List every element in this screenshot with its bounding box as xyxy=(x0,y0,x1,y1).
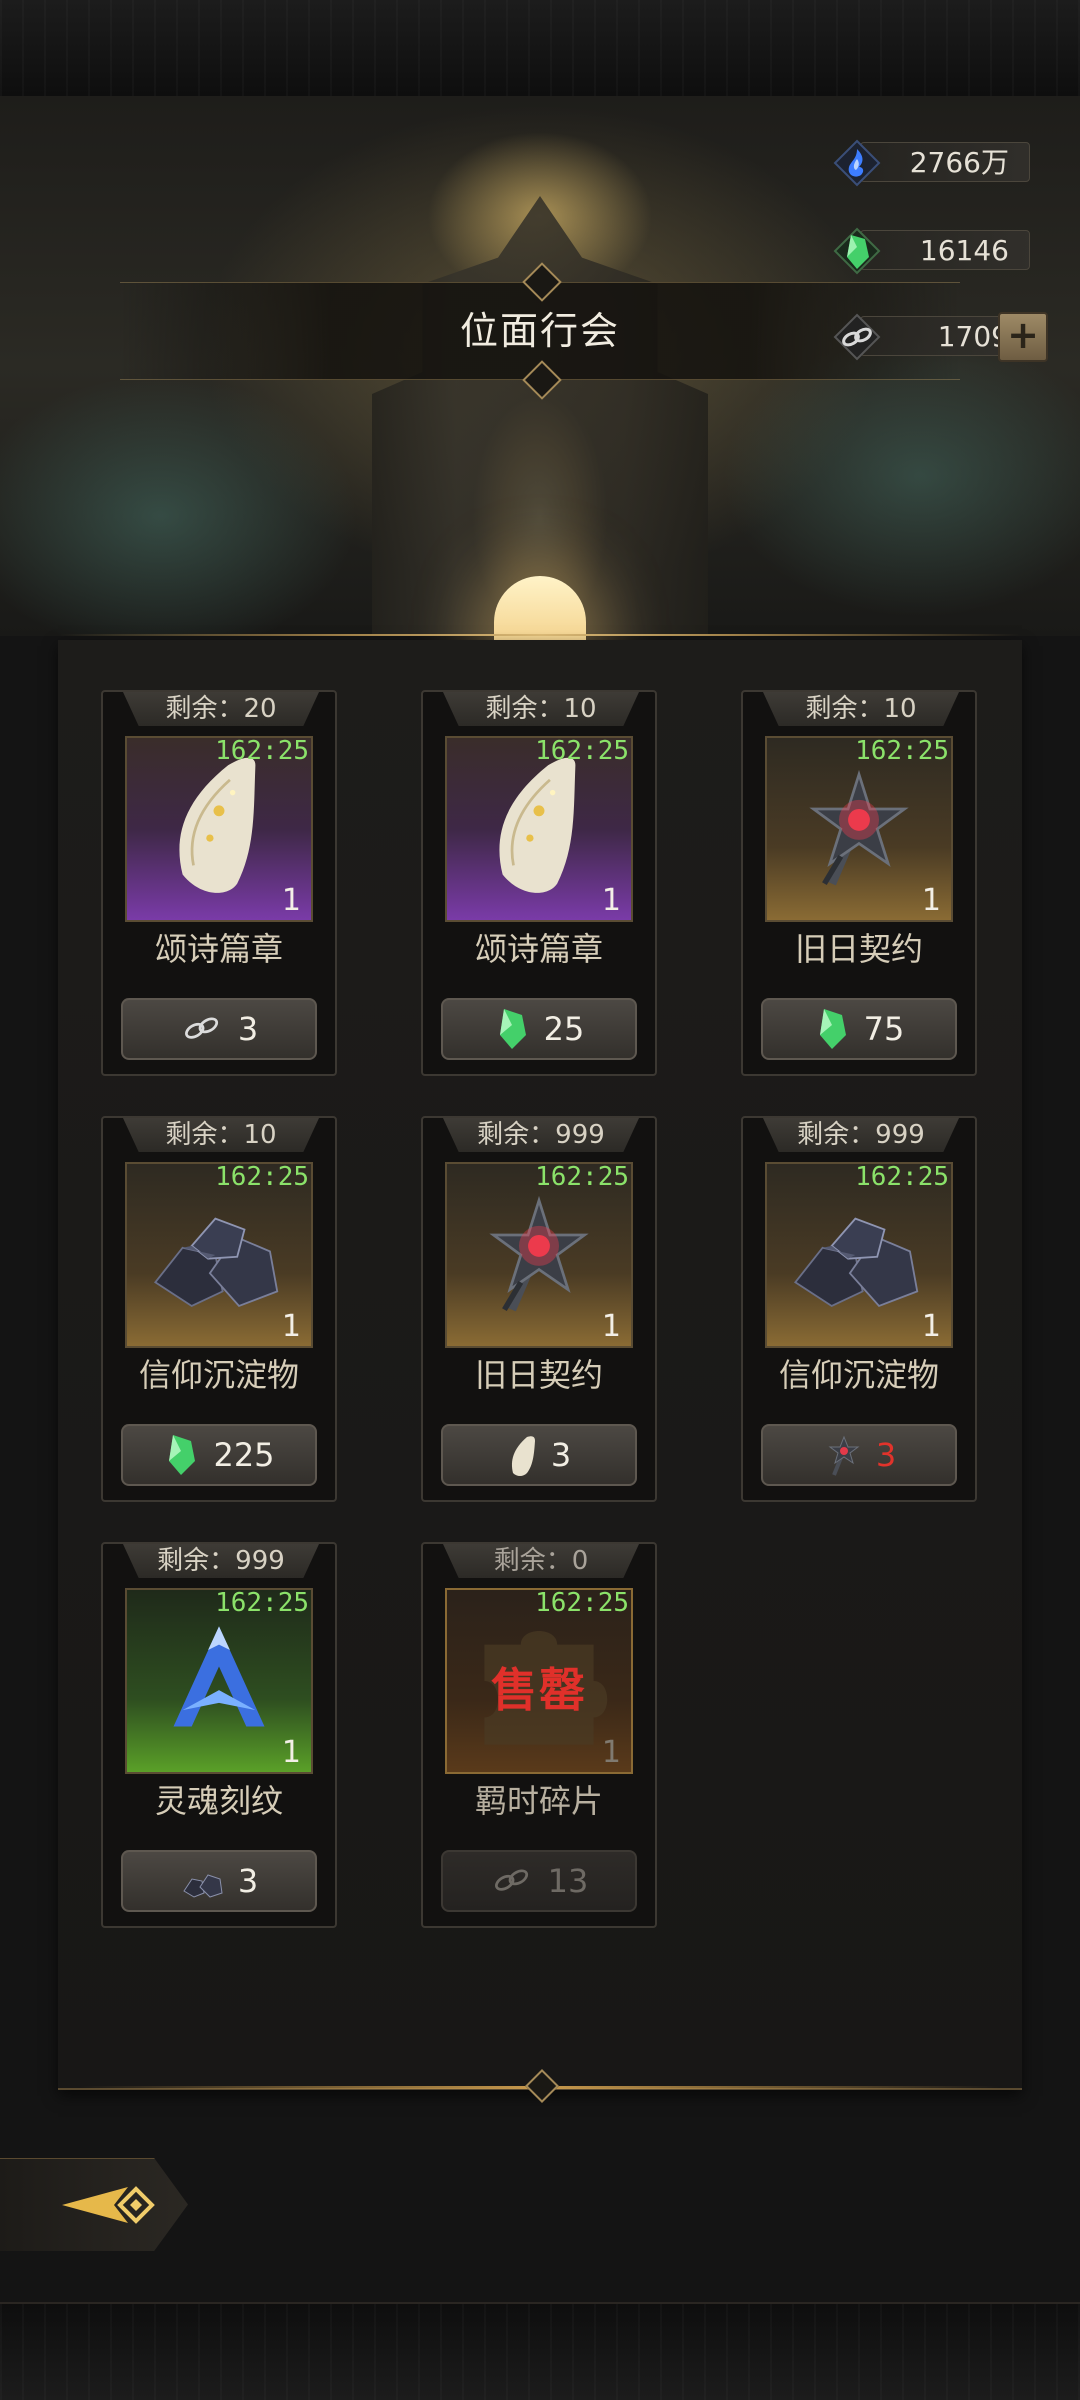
buy-button[interactable]: 75 xyxy=(761,998,957,1060)
item-name: 颂诗篇章 xyxy=(474,930,603,968)
sold-out-label: 售罄 xyxy=(491,1663,587,1717)
buy-button[interactable]: 3 xyxy=(761,1424,957,1486)
green-crystal-icon xyxy=(499,1009,526,1049)
item-name: 灵魂刻纹 xyxy=(154,1782,283,1820)
shop-item-card[interactable]: 剩余：999 162:25 1 旧日契约 3 xyxy=(421,1116,657,1502)
item-timer: 162:25 xyxy=(215,736,309,766)
remaining-stock: 剩余：999 xyxy=(763,1118,959,1152)
green-crystal-icon xyxy=(169,1435,196,1475)
item-name: 羁时碎片 xyxy=(474,1782,603,1820)
price-value: 3 xyxy=(550,1436,572,1474)
currency-value: 2766万 xyxy=(909,146,1009,179)
item-image: 162:25 1 xyxy=(445,1162,633,1348)
buy-button-disabled: 13 xyxy=(441,1850,637,1912)
price-value: 3 xyxy=(237,1010,259,1048)
item-quantity: 1 xyxy=(281,1309,301,1344)
shop-item-card-sold-out: 剩余：0 售罄 162:25 1 羁时碎片 13 xyxy=(421,1542,657,1928)
remaining-stock: 剩余：999 xyxy=(443,1118,639,1152)
item-quantity: 1 xyxy=(921,1309,941,1344)
price-value: 225 xyxy=(213,1436,275,1474)
soul-flame-icon xyxy=(833,139,881,187)
buy-button[interactable]: 3 xyxy=(121,1850,317,1912)
currency-green-crystal[interactable]: 16146 xyxy=(833,227,1030,275)
item-name: 信仰沉淀物 xyxy=(778,1356,939,1394)
item-timer: 162:25 xyxy=(215,1588,309,1618)
currency-value: 16146 xyxy=(919,234,1009,267)
item-image: 162:25 1 xyxy=(125,1588,313,1774)
item-quantity: 1 xyxy=(601,1735,621,1770)
price-value: 13 xyxy=(547,1862,589,1900)
item-image: 162:25 1 xyxy=(445,736,633,922)
chain-link-icon xyxy=(184,1017,218,1039)
price-value: 3 xyxy=(875,1436,897,1474)
shop-item-card[interactable]: 剩余：10 162:25 1 旧日契约 75 xyxy=(741,690,977,1076)
item-image: 162:25 1 xyxy=(125,736,313,922)
buy-button[interactable]: 225 xyxy=(121,1424,317,1486)
remaining-stock: 剩余：0 xyxy=(443,1544,639,1578)
shop-item-card[interactable]: 剩余：10 162:25 1 颂诗篇章 25 xyxy=(421,690,657,1076)
item-quantity: 1 xyxy=(281,1735,301,1770)
back-arrow-icon xyxy=(62,2186,155,2224)
item-quantity: 1 xyxy=(601,883,621,918)
star-staff-icon xyxy=(828,1435,860,1476)
buy-button[interactable]: 3 xyxy=(441,1424,637,1486)
item-image: 162:25 1 xyxy=(765,736,953,922)
buy-button[interactable]: 25 xyxy=(441,998,637,1060)
green-crystal-icon xyxy=(833,227,881,275)
item-image: 162:25 1 xyxy=(125,1162,313,1348)
item-timer: 162:25 xyxy=(535,736,629,766)
bottom-decor-band xyxy=(0,2302,1080,2400)
currency-soul-flame[interactable]: 2766万 xyxy=(833,139,1030,187)
item-timer: 162:25 xyxy=(855,1162,949,1192)
shop-item-card[interactable]: 剩余：999 162:25 1 信仰沉淀物 3 xyxy=(741,1116,977,1502)
price-value: 75 xyxy=(863,1010,905,1048)
item-name: 信仰沉淀物 xyxy=(138,1356,299,1394)
scroll-icon xyxy=(511,1436,535,1476)
green-crystal-icon xyxy=(819,1009,846,1049)
item-quantity: 1 xyxy=(281,883,301,918)
add-currency-button[interactable]: + xyxy=(998,312,1048,362)
remaining-stock: 剩余：20 xyxy=(123,692,319,726)
item-quantity: 1 xyxy=(921,883,941,918)
price-value: 25 xyxy=(543,1010,585,1048)
chain-link-icon xyxy=(833,313,881,361)
buy-button[interactable]: 3 xyxy=(121,998,317,1060)
remaining-stock: 剩余：999 xyxy=(123,1544,319,1578)
tower-illustration xyxy=(372,196,708,636)
price-value: 3 xyxy=(237,1862,259,1900)
shop-item-card[interactable]: 剩余：20 162:25 1 颂诗篇章 3 xyxy=(101,690,337,1076)
item-timer: 162:25 xyxy=(535,1162,629,1192)
remaining-stock: 剩余：10 xyxy=(123,1118,319,1152)
item-name: 旧日契约 xyxy=(474,1356,603,1394)
item-quantity: 1 xyxy=(601,1309,621,1344)
item-timer: 162:25 xyxy=(855,736,949,766)
item-timer: 162:25 xyxy=(215,1162,309,1192)
ore-pile-icon xyxy=(183,1874,223,1898)
remaining-stock: 剩余：10 xyxy=(443,692,639,726)
item-name: 颂诗篇章 xyxy=(154,930,283,968)
top-decor-band xyxy=(0,0,1080,98)
item-image: 162:25 1 xyxy=(765,1162,953,1348)
hero-divider xyxy=(60,634,1020,636)
shop-item-card[interactable]: 剩余：999 162:25 1 灵魂刻纹 3 xyxy=(101,1542,337,1928)
back-button[interactable] xyxy=(0,2158,188,2251)
chain-link-icon xyxy=(494,1869,528,1891)
shop-item-card[interactable]: 剩余：10 162:25 1 信仰沉淀物 225 xyxy=(101,1116,337,1502)
item-timer: 162:25 xyxy=(535,1588,629,1618)
item-name: 旧日契约 xyxy=(794,930,923,968)
item-image: 售罄 162:25 1 xyxy=(445,1588,633,1774)
remaining-stock: 剩余：10 xyxy=(763,692,959,726)
